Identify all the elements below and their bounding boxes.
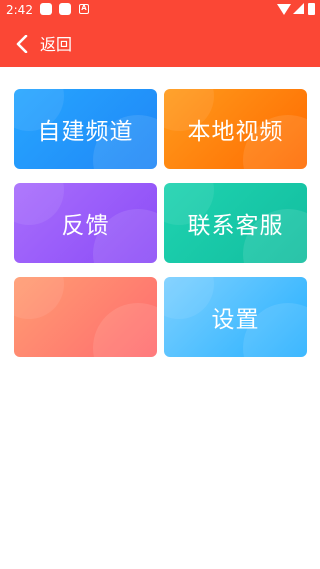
tile-blank[interactable] bbox=[14, 277, 157, 357]
tile-label: 反馈 bbox=[61, 213, 110, 239]
battery-icon bbox=[308, 3, 315, 15]
tile-decoration bbox=[14, 277, 64, 319]
status-time: 2:42 bbox=[6, 3, 33, 17]
chevron-left-icon bbox=[16, 35, 28, 53]
tile-settings[interactable]: 设置 bbox=[164, 277, 307, 357]
back-button[interactable]: 返回 bbox=[8, 28, 88, 60]
tile-decoration bbox=[164, 277, 214, 319]
wifi-icon bbox=[277, 4, 291, 15]
tile-feedback[interactable]: 反馈 bbox=[14, 183, 157, 263]
notification-badge-text: A bbox=[81, 4, 87, 12]
tile-custom-channel[interactable]: 自建频道 bbox=[14, 89, 157, 169]
tile-decoration bbox=[14, 183, 64, 225]
tile-customer-service[interactable]: 联系客服 bbox=[164, 183, 307, 263]
tile-local-video[interactable]: 本地视频 bbox=[164, 89, 307, 169]
tile-decoration bbox=[93, 303, 157, 357]
app-notification-icon: A bbox=[79, 4, 89, 14]
tile-label: 联系客服 bbox=[187, 213, 284, 239]
notification-icon bbox=[40, 3, 52, 15]
tile-label: 设置 bbox=[211, 307, 260, 333]
status-bar: 2:42 A bbox=[0, 0, 320, 20]
app-bar: 返回 bbox=[0, 20, 320, 67]
tile-label: 自建频道 bbox=[37, 119, 134, 145]
back-label: 返回 bbox=[40, 35, 73, 54]
tile-label: 本地视频 bbox=[187, 119, 284, 145]
notification-icon bbox=[59, 3, 71, 15]
cellular-signal-icon bbox=[293, 3, 304, 14]
